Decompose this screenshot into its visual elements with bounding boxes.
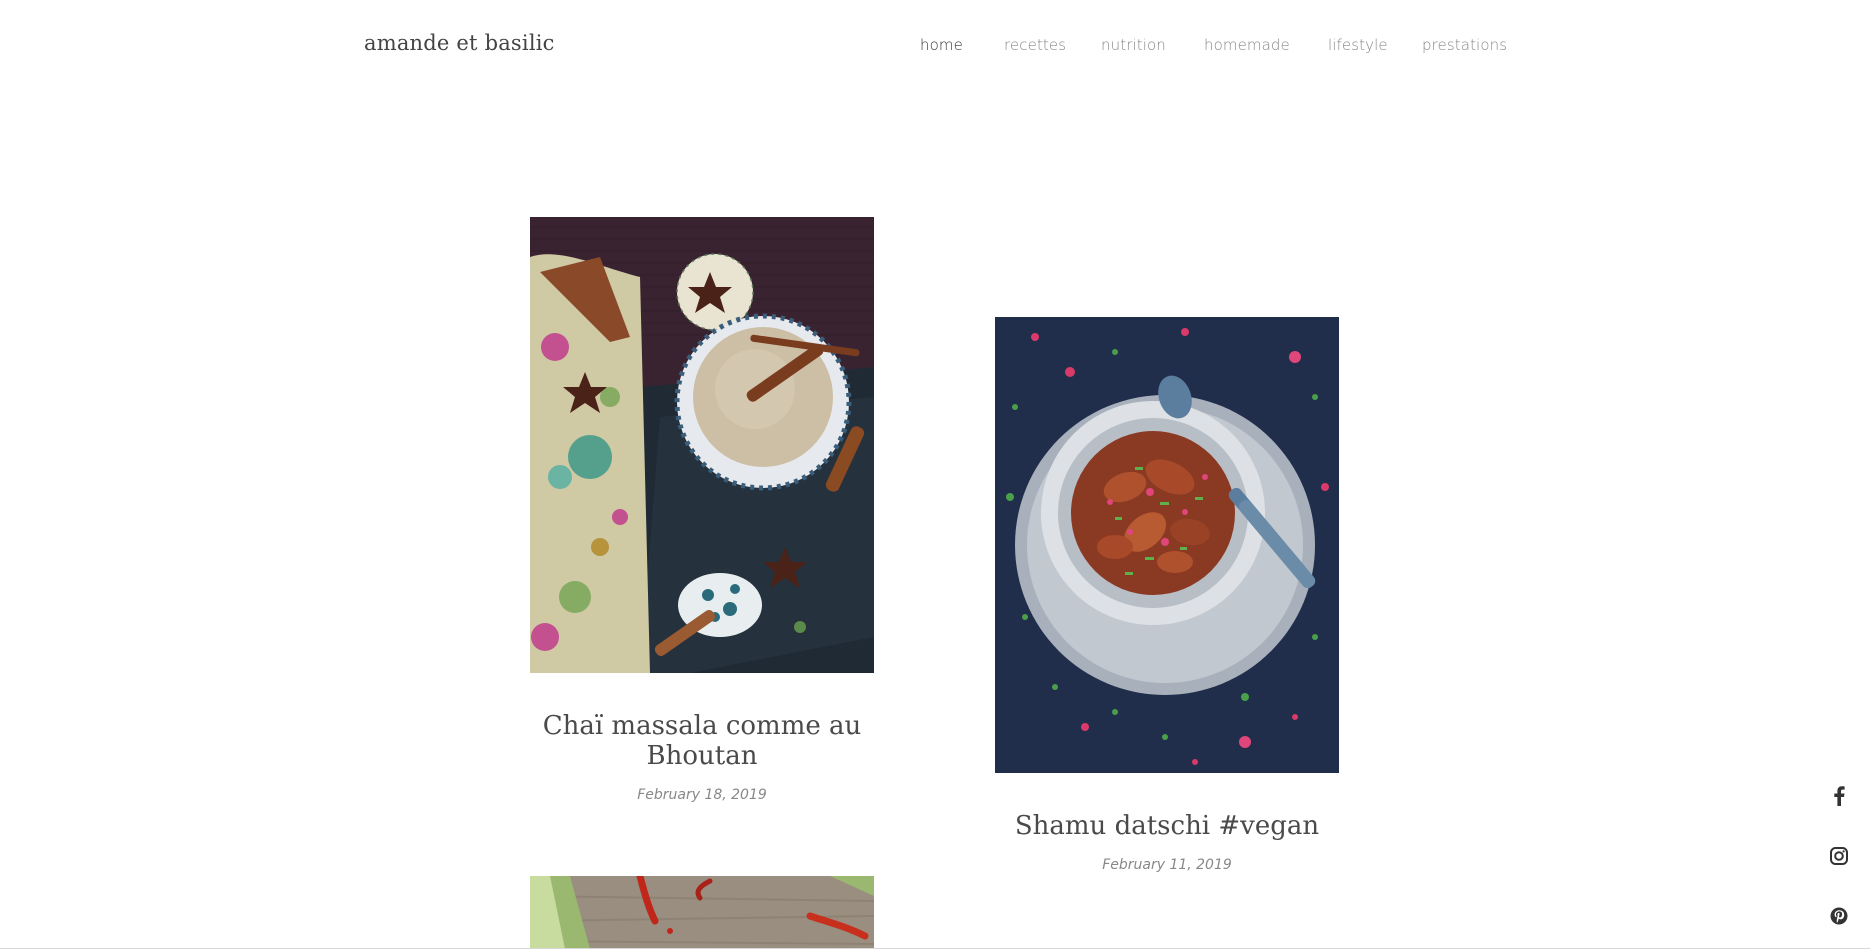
post-image-shamu[interactable]	[995, 317, 1339, 773]
nav-item-lifestyle[interactable]: lifestyle	[1328, 36, 1388, 54]
post-card: Shamu datschi #vegan February 11, 2019	[995, 317, 1339, 873]
post-date: February 11, 2019	[1102, 857, 1232, 873]
post-title[interactable]: Shamu datschi #vegan	[1005, 811, 1329, 841]
pinterest-link[interactable]	[1826, 903, 1852, 929]
post-date: February 18, 2019	[637, 787, 767, 803]
pinterest-icon	[1830, 907, 1848, 925]
post-card: Chaï massala comme au Bhoutan February 1…	[530, 217, 874, 803]
main-nav: home recettes nutrition homemade lifesty…	[0, 36, 1870, 56]
facebook-link[interactable]	[1826, 783, 1852, 809]
page: amande et basilic home recettes nutritio…	[0, 0, 1870, 949]
instagram-link[interactable]	[1826, 843, 1852, 869]
post-image-chai[interactable]	[530, 217, 874, 673]
nav-item-homemade[interactable]: homemade	[1204, 36, 1290, 54]
instagram-icon	[1830, 847, 1848, 865]
post-title[interactable]: Chaï massala comme au Bhoutan	[540, 711, 864, 771]
post-image-peek[interactable]	[530, 876, 874, 949]
facebook-icon	[1834, 786, 1845, 806]
nav-item-recettes[interactable]: recettes	[1004, 36, 1066, 54]
nav-item-home[interactable]: home	[920, 36, 963, 54]
chai-photo	[530, 217, 874, 673]
shamu-photo	[995, 317, 1339, 773]
peppers-photo	[530, 876, 874, 949]
nav-item-prestations[interactable]: prestations	[1422, 36, 1507, 54]
nav-item-nutrition[interactable]: nutrition	[1101, 36, 1166, 54]
